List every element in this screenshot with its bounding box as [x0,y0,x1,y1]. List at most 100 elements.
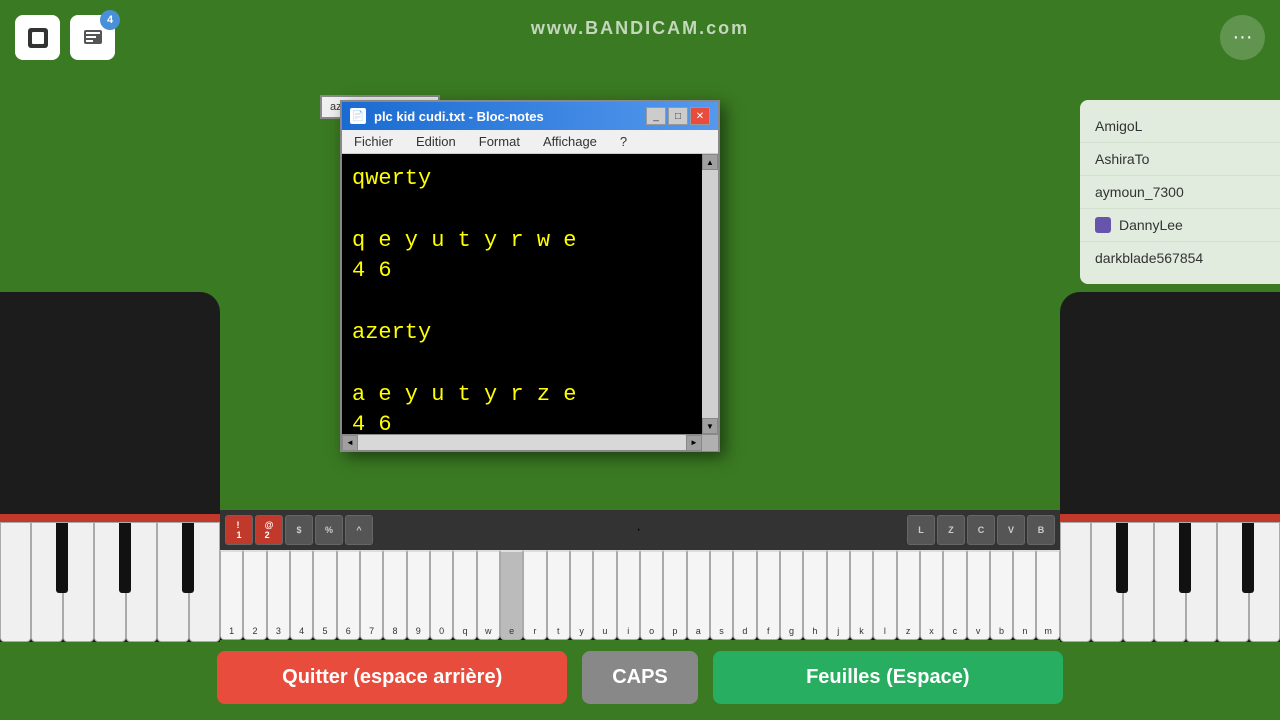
key-label: e [509,626,514,636]
piano-white-key[interactable] [1060,522,1091,642]
key-6[interactable]: 6 [337,550,360,640]
maximize-button[interactable]: □ [668,107,688,125]
player-name: DannyLee [1119,217,1183,233]
special-key-V[interactable]: V [997,515,1025,545]
player-item: AmigoL [1080,110,1280,143]
piano-keys-right [1060,522,1280,642]
menu-edition[interactable]: Edition [412,132,460,151]
key-y[interactable]: y [570,550,593,640]
special-key-L[interactable]: L [907,515,935,545]
scroll-track-h[interactable] [358,435,686,450]
key-0[interactable]: 0 [430,550,453,640]
key-n[interactable]: n [1013,550,1036,640]
key-m[interactable]: m [1036,550,1059,640]
key-7[interactable]: 7 [360,550,383,640]
notepad-content[interactable]: qwerty q e y u t y r w e 4 6 azerty a e … [342,154,718,434]
key-3[interactable]: 3 [267,550,290,640]
scrollbar-right[interactable]: ▲ ▼ [702,154,718,434]
scroll-down-arrow[interactable]: ▼ [702,418,718,434]
piano-white-key[interactable] [1217,522,1248,642]
key-k[interactable]: k [850,550,873,640]
piano-black-key[interactable] [56,523,68,593]
key-1[interactable]: 1 [220,550,243,640]
special-key-B[interactable]: B [1027,515,1055,545]
scroll-right-arrow[interactable]: ► [686,435,702,451]
key-4[interactable]: 4 [290,550,313,640]
special-key-C[interactable]: C [967,515,995,545]
piano-black-key[interactable] [182,523,194,593]
key-label: p [672,626,677,636]
key-8[interactable]: 8 [383,550,406,640]
piano-black-key[interactable] [1242,523,1254,593]
key-b[interactable]: b [990,550,1013,640]
key-l[interactable]: l [873,550,896,640]
piano-white-key[interactable] [1154,522,1185,642]
key-f[interactable]: f [757,550,780,640]
minimize-button[interactable]: _ [646,107,666,125]
piano-white-key[interactable] [31,522,62,642]
key-z[interactable]: z [897,550,920,640]
key-i[interactable]: i [617,550,640,640]
notification-icon[interactable]: 4 [70,15,115,60]
scroll-track[interactable] [702,170,718,418]
key-label: 5 [322,626,327,636]
special-key-percent[interactable]: % [315,515,343,545]
record-icon[interactable] [15,15,60,60]
menu-fichier[interactable]: Fichier [350,132,397,151]
key-label: v [976,626,981,636]
key-j[interactable]: j [827,550,850,640]
key-p[interactable]: p [663,550,686,640]
menu-format[interactable]: Format [475,132,524,151]
key-d[interactable]: d [733,550,756,640]
key-w[interactable]: w [477,550,500,640]
key-2[interactable]: 2 [243,550,266,640]
keyboard-white-keys: 1 2 3 4 5 6 7 8 9 0 q w e r t y u i o p … [220,550,1060,640]
key-a[interactable]: a [687,550,710,640]
quit-button[interactable]: Quitter (espace arrière) [217,651,567,704]
special-key-exclaim[interactable]: !1 [225,515,253,545]
piano-white-key[interactable] [94,522,125,642]
key-label: 3 [276,626,281,636]
menu-help[interactable]: ? [616,132,631,151]
special-key-dollar[interactable]: $ [285,515,313,545]
key-5[interactable]: 5 [313,550,336,640]
key-q[interactable]: q [453,550,476,640]
key-r[interactable]: r [523,550,546,640]
piano-black-key[interactable] [1179,523,1191,593]
key-u[interactable]: u [593,550,616,640]
special-key-at[interactable]: @2 [255,515,283,545]
scroll-left-arrow[interactable]: ◄ [342,435,358,451]
key-v[interactable]: v [967,550,990,640]
piano-black-key[interactable] [119,523,131,593]
notification-badge: 4 [100,10,120,30]
piano-white-key[interactable] [157,522,188,642]
key-o[interactable]: o [640,550,663,640]
key-label: x [929,626,934,636]
special-key-Z[interactable]: Z [937,515,965,545]
menu-affichage[interactable]: Affichage [539,132,601,151]
key-s[interactable]: s [710,550,733,640]
key-x[interactable]: x [920,550,943,640]
piano-white-key[interactable] [0,522,31,642]
menu-icon[interactable]: ··· [1220,15,1265,60]
notepad-controls: _ □ ✕ [646,107,710,125]
leaves-button[interactable]: Feuilles (Espace) [713,651,1063,704]
scrollbar-bottom[interactable]: ◄ ► [342,434,718,450]
key-h[interactable]: h [803,550,826,640]
key-label: y [579,626,584,636]
key-label: 2 [252,626,257,636]
key-c[interactable]: c [943,550,966,640]
piano-black-key[interactable] [1116,523,1128,593]
caps-button[interactable]: CAPS [582,651,698,704]
key-9[interactable]: 9 [407,550,430,640]
key-label: r [533,626,536,636]
scroll-up-arrow[interactable]: ▲ [702,154,718,170]
piano-white-key[interactable] [1091,522,1122,642]
key-label: z [906,626,911,636]
key-g[interactable]: g [780,550,803,640]
special-key-caret[interactable]: ^ [345,515,373,545]
content-line-4: azerty [352,318,698,349]
key-e[interactable]: e [500,550,523,640]
close-button[interactable]: ✕ [690,107,710,125]
key-t[interactable]: t [547,550,570,640]
